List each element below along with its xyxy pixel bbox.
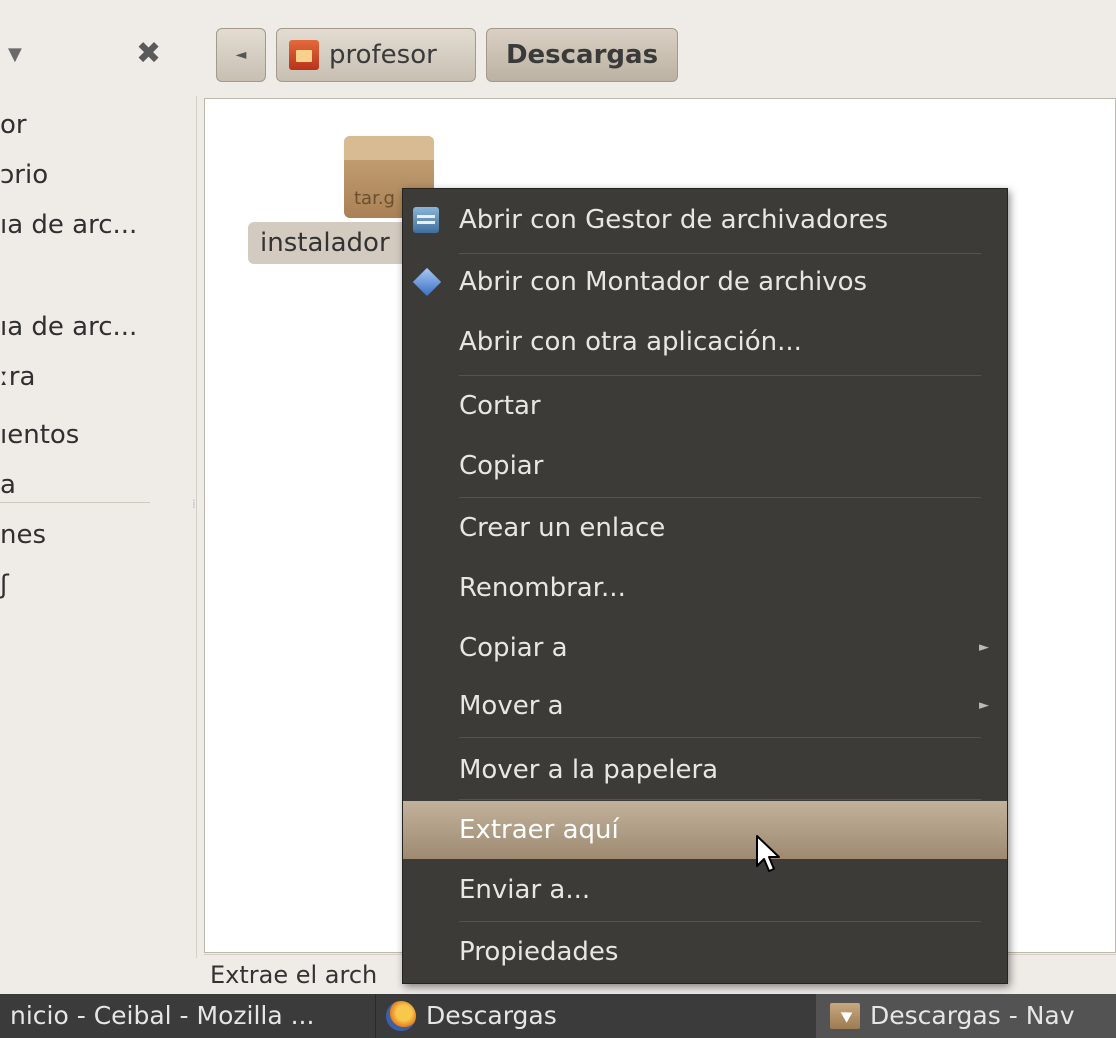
location-toolbar: ▼ ✖ ◄ profesor Descargas [0,0,1116,96]
back-arrow-label: ◄ [235,47,247,63]
menu-item-move-to-trash[interactable]: Mover a la papelera [403,741,1007,799]
sidebar-item-5[interactable]: ıentos [0,420,79,450]
sidebar-item-7[interactable]: nes [0,520,46,550]
menu-item-extract-here[interactable]: Extraer aquí [403,801,1007,859]
menu-item-open-other-app[interactable]: Abrir con otra aplicación... [403,313,1007,371]
menu-item-copy-to[interactable]: Copiar a ► [403,619,1007,677]
home-folder-icon [289,40,319,70]
menu-item-label: Copiar a [459,633,568,663]
taskbar: nicio - Ceibal - Mozilla ... Descargas D… [0,994,1116,1038]
menu-item-label: Extraer aquí [459,815,619,845]
mouse-pointer-icon [756,835,780,872]
sidebar-divider [0,502,150,503]
sidebar-item-6[interactable]: a [0,470,16,500]
menu-separator [459,375,981,376]
taskbar-item-label: nicio - Ceibal - Mozilla ... [10,1001,315,1030]
sidebar-item-4[interactable]: ːra [0,362,35,392]
menu-separator [459,737,981,738]
menu-item-send-to[interactable]: Enviar a... [403,861,1007,919]
menu-item-copy[interactable]: Copiar [403,437,1007,495]
taskbar-item-file-browser[interactable]: Descargas - Nav [816,994,1116,1038]
close-sidebar-icon[interactable]: ✖ [136,36,161,71]
home-folder-button[interactable]: profesor [276,28,476,82]
sidebar-item-3[interactable]: ıa de arc... [0,312,137,342]
menu-item-label: Enviar a... [459,875,591,905]
taskbar-item-label: Descargas [426,1001,557,1030]
archive-extension-label: tar.g [354,188,395,209]
menu-item-rename[interactable]: Renombrar... [403,559,1007,617]
pane-resize-grip[interactable]: ⁞ [192,497,196,511]
current-folder-label: Descargas [505,40,659,70]
status-text: Extrae el arch [210,961,378,989]
menu-separator [459,799,981,800]
archive-mounter-icon [412,267,442,297]
folder-icon [830,1003,860,1029]
file-name-label[interactable]: instalador [248,222,408,264]
sidebar-item-1[interactable]: ɔrio [0,160,48,190]
back-path-button[interactable]: ◄ [216,28,266,82]
taskbar-item-label: Descargas - Nav [870,1001,1075,1030]
menu-separator [459,497,981,498]
sidebar-item-8[interactable]: ʃ [0,570,9,600]
submenu-arrow-icon: ► [979,640,989,655]
menu-item-label: Abrir con Montador de archivos [459,267,868,297]
menu-item-open-archive-mounter[interactable]: Abrir con Montador de archivos [403,253,1007,311]
sidebar-item-2[interactable]: ıa de arc... [0,210,137,240]
sidebar-dropdown-arrow-icon[interactable]: ▼ [8,44,22,65]
taskbar-item-browser-home[interactable]: nicio - Ceibal - Mozilla ... [0,994,376,1038]
submenu-arrow-icon: ► [979,698,989,713]
archive-manager-icon [413,207,439,233]
menu-separator [459,921,981,922]
menu-item-label: Abrir con otra aplicación... [459,327,802,357]
menu-item-label: Propiedades [459,937,619,967]
menu-item-cut[interactable]: Cortar [403,377,1007,435]
menu-item-create-link[interactable]: Crear un enlace [403,499,1007,557]
current-folder-button[interactable]: Descargas [486,28,678,82]
menu-item-label: Mover a [459,691,564,721]
home-folder-label: profesor [329,40,437,70]
firefox-icon [386,1001,416,1031]
menu-item-label: Cortar [459,391,541,421]
menu-item-label: Mover a la papelera [459,755,719,785]
menu-item-label: Renombrar... [459,573,626,603]
sidebar-item-0[interactable]: or [0,110,27,140]
menu-item-move-to[interactable]: Mover a ► [403,677,1007,735]
menu-item-label: Crear un enlace [459,513,666,543]
context-menu: Abrir con Gestor de archivadores Abrir c… [402,188,1008,984]
places-sidebar: or ɔrio ıa de arc... ıa de arc... ːra ıe… [0,96,197,958]
menu-item-label: Abrir con Gestor de archivadores [459,205,889,235]
menu-item-properties[interactable]: Propiedades [403,923,1007,981]
menu-item-open-archive-manager[interactable]: Abrir con Gestor de archivadores [403,191,1007,249]
menu-item-label: Copiar [459,451,544,481]
taskbar-item-firefox-downloads[interactable]: Descargas [380,994,810,1038]
